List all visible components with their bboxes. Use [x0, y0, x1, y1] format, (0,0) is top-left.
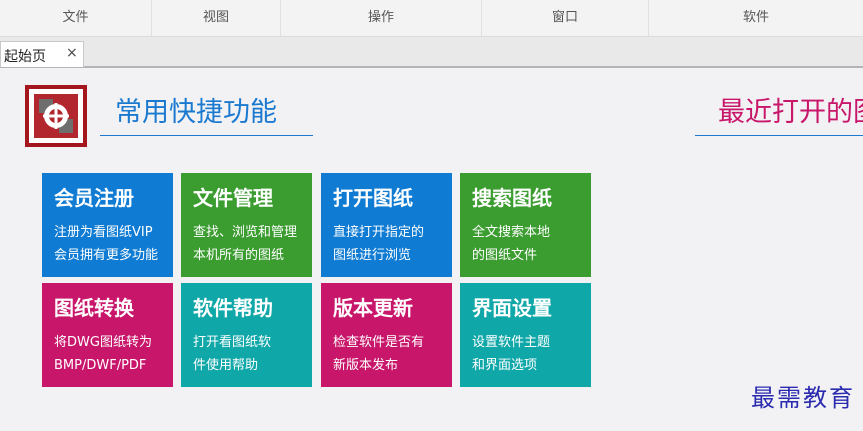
tab-start-page[interactable]: 起始页 ×	[0, 41, 84, 67]
tile-title: 会员注册	[54, 186, 134, 210]
tile-title: 界面设置	[472, 296, 552, 320]
tile-interface-settings[interactable]: 界面设置 设置软件主题 和界面选项	[460, 283, 591, 387]
start-page-content: 常用快捷功能 最近打开的图 会员注册 注册为看图纸VIP 会员拥有更多功能 文件…	[0, 68, 863, 431]
tile-title: 图纸转换	[54, 296, 134, 320]
close-icon[interactable]: ×	[66, 45, 78, 61]
tile-file-management[interactable]: 文件管理 查找、浏览和管理 本机所有的图纸	[181, 173, 312, 277]
menu-file[interactable]: 文件	[0, 0, 151, 36]
tile-description: 检查软件是否有 新版本发布	[333, 335, 425, 373]
watermark-text: 最需教育	[751, 384, 855, 412]
tile-member-register[interactable]: 会员注册 注册为看图纸VIP 会员拥有更多功能	[42, 173, 173, 277]
tile-drawing-convert[interactable]: 图纸转换 将DWG图纸转为 BMP/DWF/PDF	[42, 283, 173, 387]
title-underline	[695, 135, 863, 136]
tile-description: 打开看图纸软 件使用帮助	[193, 335, 272, 373]
menu-view[interactable]: 视图	[152, 0, 280, 36]
menu-operate[interactable]: 操作	[281, 0, 481, 36]
tile-description: 注册为看图纸VIP 会员拥有更多功能	[54, 225, 159, 263]
tile-description: 全文搜索本地 的图纸文件	[472, 225, 551, 263]
tile-search-drawing[interactable]: 搜索图纸 全文搜索本地 的图纸文件	[460, 173, 591, 277]
quick-functions-title: 常用快捷功能	[115, 97, 277, 128]
menu-bar: 文件 视图 操作 窗口 软件	[0, 0, 863, 37]
app-logo-icon	[25, 85, 87, 147]
recent-files-title: 最近打开的图	[718, 97, 863, 128]
tile-title: 软件帮助	[193, 296, 273, 320]
title-underline	[100, 135, 313, 136]
tile-title: 版本更新	[333, 296, 413, 320]
tile-title: 搜索图纸	[472, 186, 552, 210]
tile-open-drawing[interactable]: 打开图纸 直接打开指定的 图纸进行浏览	[321, 173, 452, 277]
tile-title: 打开图纸	[333, 186, 413, 210]
tile-description: 直接打开指定的 图纸进行浏览	[333, 225, 425, 263]
menu-window[interactable]: 窗口	[482, 0, 648, 36]
tile-description: 查找、浏览和管理 本机所有的图纸	[193, 225, 298, 263]
tile-version-update[interactable]: 版本更新 检查软件是否有 新版本发布	[321, 283, 452, 387]
tile-description: 设置软件主题 和界面选项	[472, 335, 551, 373]
tile-software-help[interactable]: 软件帮助 打开看图纸软 件使用帮助	[181, 283, 312, 387]
menu-software[interactable]: 软件	[649, 0, 863, 36]
tile-description: 将DWG图纸转为 BMP/DWF/PDF	[54, 335, 152, 373]
tab-bar: 起始页 ×	[0, 37, 863, 68]
tile-title: 文件管理	[193, 186, 273, 210]
tab-label: 起始页	[4, 49, 46, 65]
